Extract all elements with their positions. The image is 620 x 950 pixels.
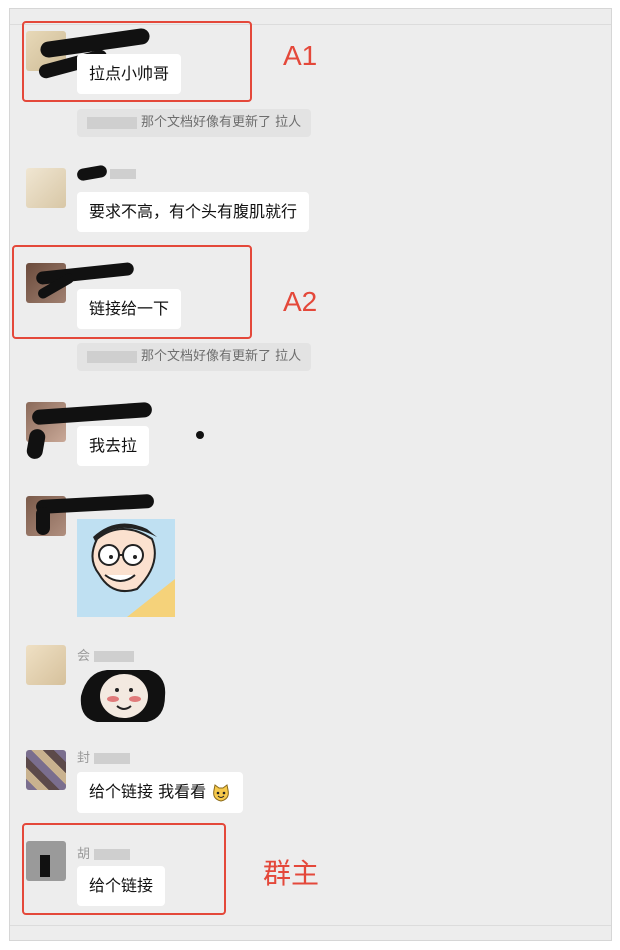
panda-meme-sticker[interactable] — [77, 666, 169, 724]
annotation-label-a2: A2 — [283, 286, 318, 317]
message-bubble[interactable]: 我去拉 — [77, 426, 150, 466]
blurred-name — [110, 169, 136, 179]
cartoon-boy-glasses-sticker[interactable] — [77, 519, 175, 617]
cat-face-icon — [213, 783, 230, 802]
blurred-name — [94, 651, 135, 662]
blurred-name — [87, 116, 137, 129]
sender-name-fragment: 封 — [77, 751, 91, 766]
annotation-box-a2 — [12, 245, 252, 339]
annotation-label-owner: 群主 — [263, 858, 320, 889]
avatar[interactable] — [26, 750, 66, 790]
sender-name-fragment: 会 — [77, 649, 91, 664]
system-notice: 那个文档好像有更新了 拉人 — [77, 109, 312, 137]
system-notice-text: 那个文档好像有更新了 拉人 — [141, 349, 302, 364]
avatar[interactable] — [26, 645, 66, 685]
chat-window: 拉点小帅哥 A1 那个文档好像有更新了 拉人 要求不高，有个头有腹肌就行 链接给… — [9, 8, 612, 941]
system-notice: 那个文档好像有更新了 拉人 — [77, 343, 312, 371]
bottom-divider — [10, 925, 611, 926]
annotation-box-a1 — [22, 21, 252, 102]
stray-dot — [196, 431, 204, 439]
redacted-name — [36, 507, 50, 535]
message-bubble[interactable]: 要求不高，有个头有腹肌就行 — [77, 192, 310, 232]
blurred-name — [87, 350, 137, 363]
sender-name: 封 — [77, 747, 131, 766]
cat-face-emoji — [211, 783, 231, 803]
annotation-label-a1: A1 — [283, 40, 318, 71]
annotation-box-owner — [22, 823, 226, 915]
panda-meme-icon — [77, 666, 169, 724]
message-bubble[interactable]: 给个链接 我看看 — [77, 772, 244, 813]
message-text: 给个链接 我看看 — [89, 782, 207, 801]
redacted-name — [76, 164, 108, 182]
blurred-name — [94, 753, 131, 764]
system-notice-text: 那个文档好像有更新了 拉人 — [141, 115, 302, 130]
avatar[interactable] — [26, 168, 66, 208]
sender-name: 会 — [77, 645, 135, 664]
cartoon-boy-glasses-icon — [77, 519, 175, 617]
